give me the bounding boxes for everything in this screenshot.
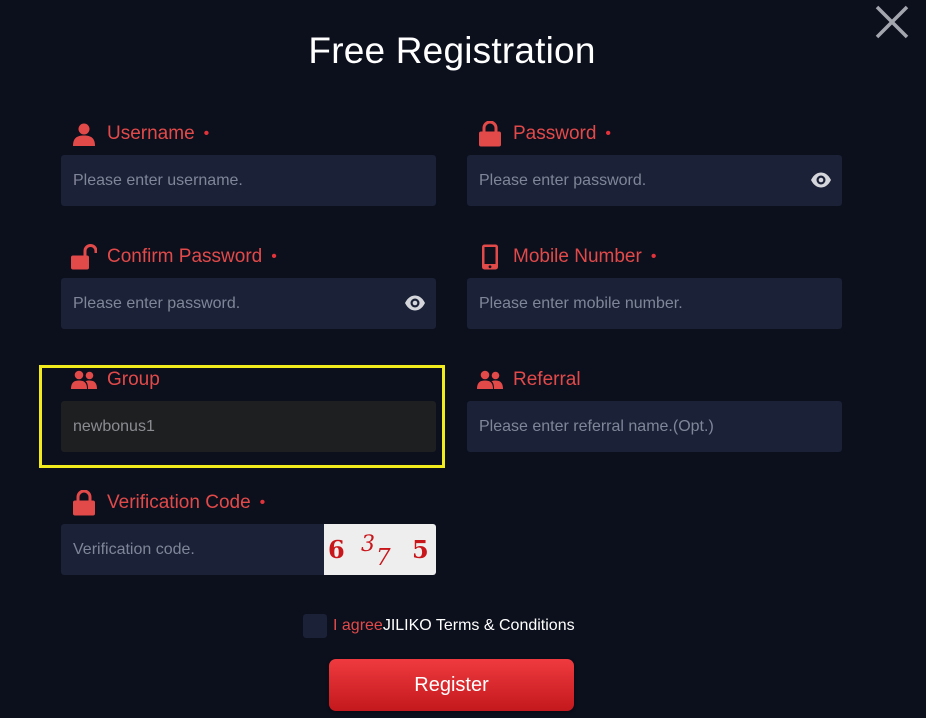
users-icon [71,367,97,393]
registration-modal: Free Registration Username • Please ente… [0,0,926,718]
required-marker: • [605,125,612,142]
referral-label: Referral [513,369,581,390]
captcha-image[interactable]: 6 3 7 5 [324,524,436,575]
username-input[interactable] [61,155,436,206]
required-marker: • [203,125,210,142]
lock-icon [71,490,97,516]
eye-icon[interactable] [404,292,426,314]
group-input[interactable] [61,401,436,452]
agree-prefix: I agree [333,617,383,634]
captcha-digit: 6 [328,535,345,564]
referral-input[interactable] [467,401,842,452]
mobile-input[interactable] [467,278,842,329]
password-label: Password [513,123,597,144]
unlock-icon [71,244,97,270]
username-label: Username [107,123,195,144]
group-label: Group [107,369,160,390]
register-button[interactable]: Register [329,659,574,711]
confirm-password-label: Confirm Password [107,246,263,267]
captcha-digit: 5 [412,535,429,564]
confirm-password-input[interactable] [61,278,436,329]
terms-link[interactable]: JILIKO Terms & Conditions [383,617,575,635]
verification-label: Verification Code [107,492,251,513]
required-marker: • [259,494,266,511]
captcha-digit: 3 [361,532,375,557]
page-title: Free Registration [308,30,596,71]
terms-agreement: I agree JILIKO Terms & Conditions [303,612,575,640]
verification-input[interactable] [61,524,324,575]
phone-icon [477,244,503,270]
agree-checkbox[interactable] [303,614,327,638]
captcha-digit: 7 [376,545,391,571]
required-marker: • [650,248,657,265]
password-input[interactable] [467,155,842,206]
required-marker: • [271,248,277,265]
users-icon [477,367,503,393]
eye-icon[interactable] [810,169,832,191]
mobile-label: Mobile Number [513,246,642,267]
lock-icon [477,121,503,147]
user-icon [71,121,97,147]
